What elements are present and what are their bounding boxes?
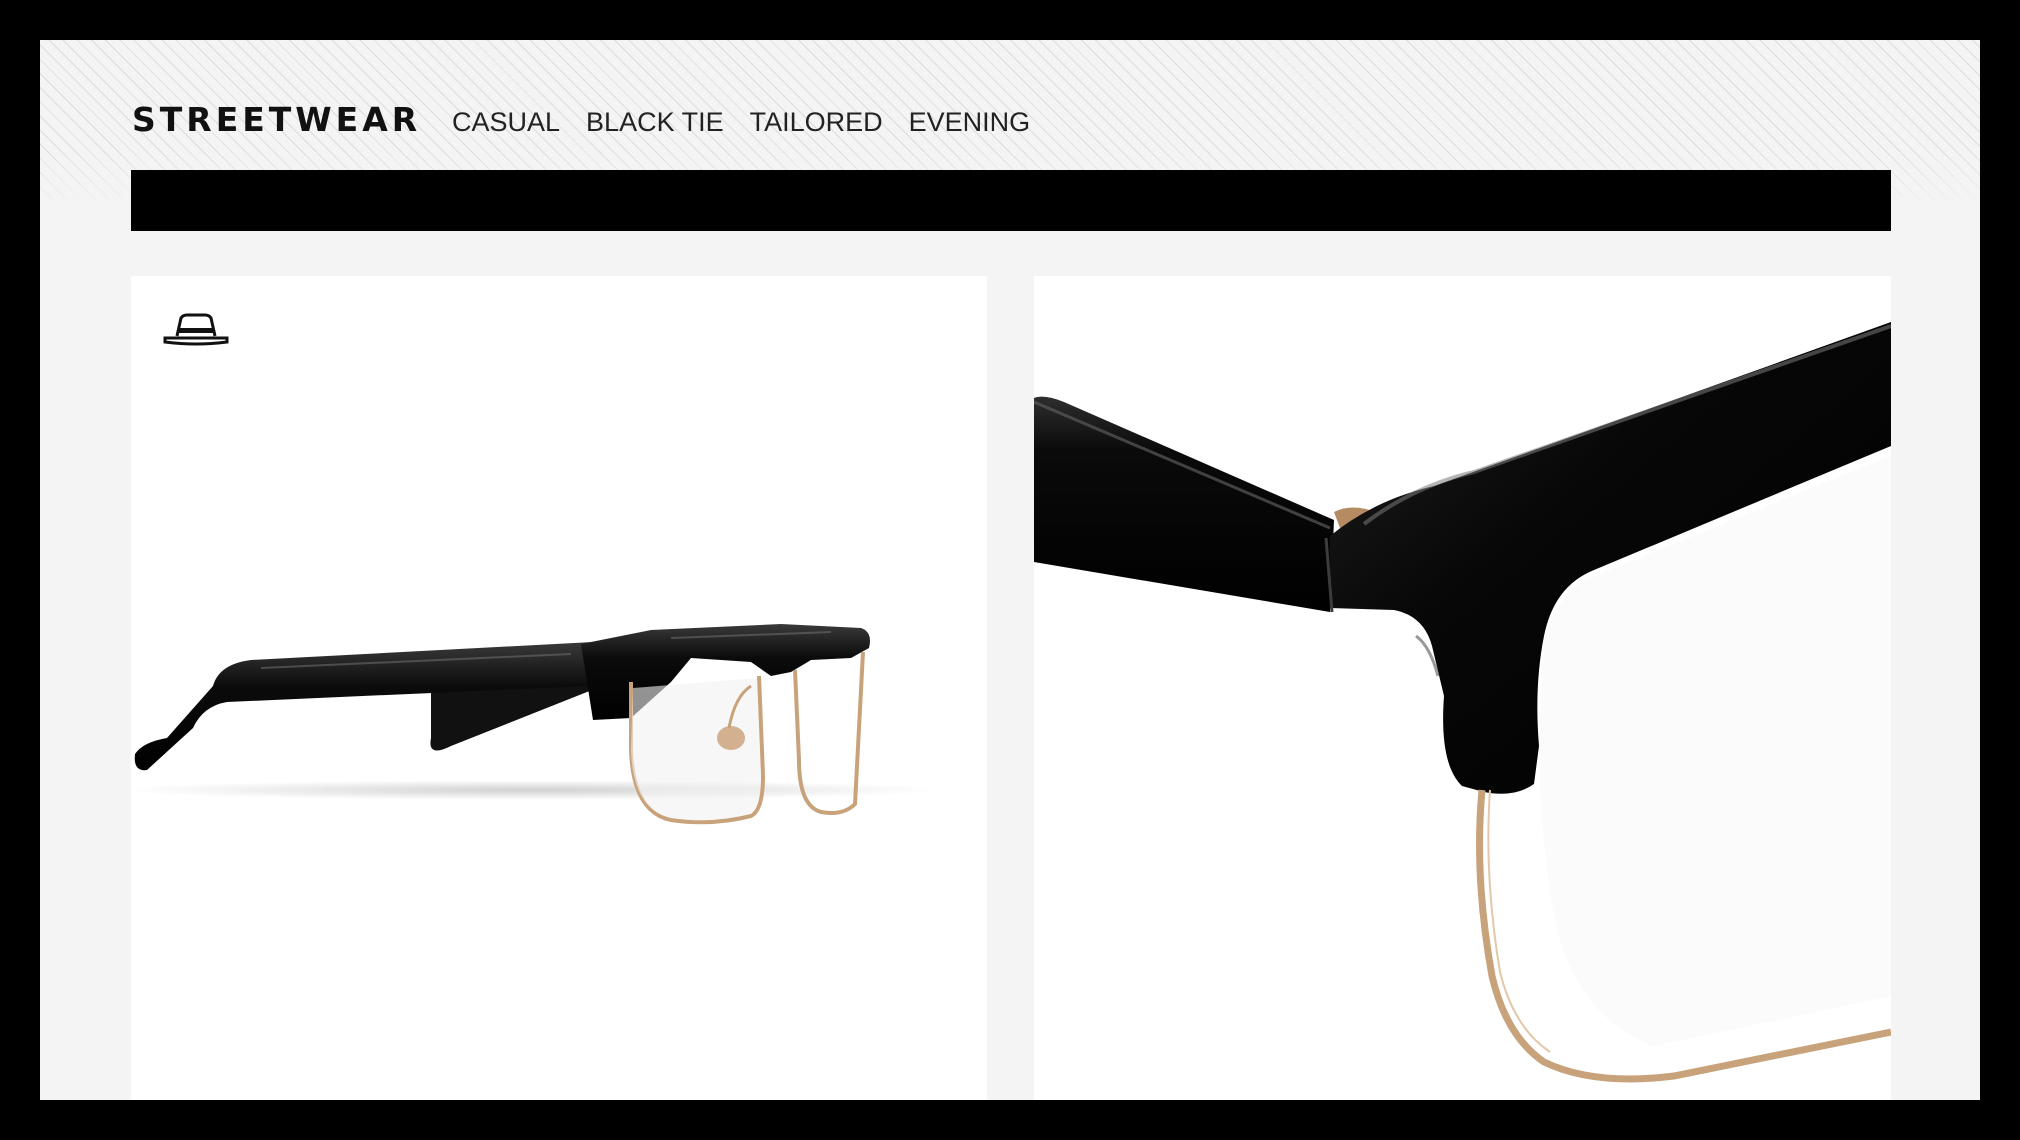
glasses-hinge-closeup-image: [1034, 322, 1891, 1083]
glasses-side-image: [131, 624, 941, 825]
nav-item-evening[interactable]: EVENING: [909, 107, 1031, 138]
brand-logo[interactable]: STREETWEAR: [132, 100, 421, 139]
main-nav: CASUAL BLACK TIE TAILORED EVENING: [452, 107, 1030, 138]
product-card-side-view[interactable]: [131, 276, 987, 1100]
banner-bar: [131, 170, 1891, 231]
nav-item-black-tie[interactable]: BLACK TIE: [586, 107, 724, 138]
device-frame: STREETWEAR CASUAL BLACK TIE TAILORED EVE…: [0, 0, 2020, 1140]
nav-item-tailored[interactable]: TAILORED: [750, 107, 883, 138]
nav-item-casual[interactable]: CASUAL: [452, 107, 560, 138]
product-card-closeup[interactable]: [1034, 276, 1891, 1100]
screen: STREETWEAR CASUAL BLACK TIE TAILORED EVE…: [40, 40, 1980, 1100]
